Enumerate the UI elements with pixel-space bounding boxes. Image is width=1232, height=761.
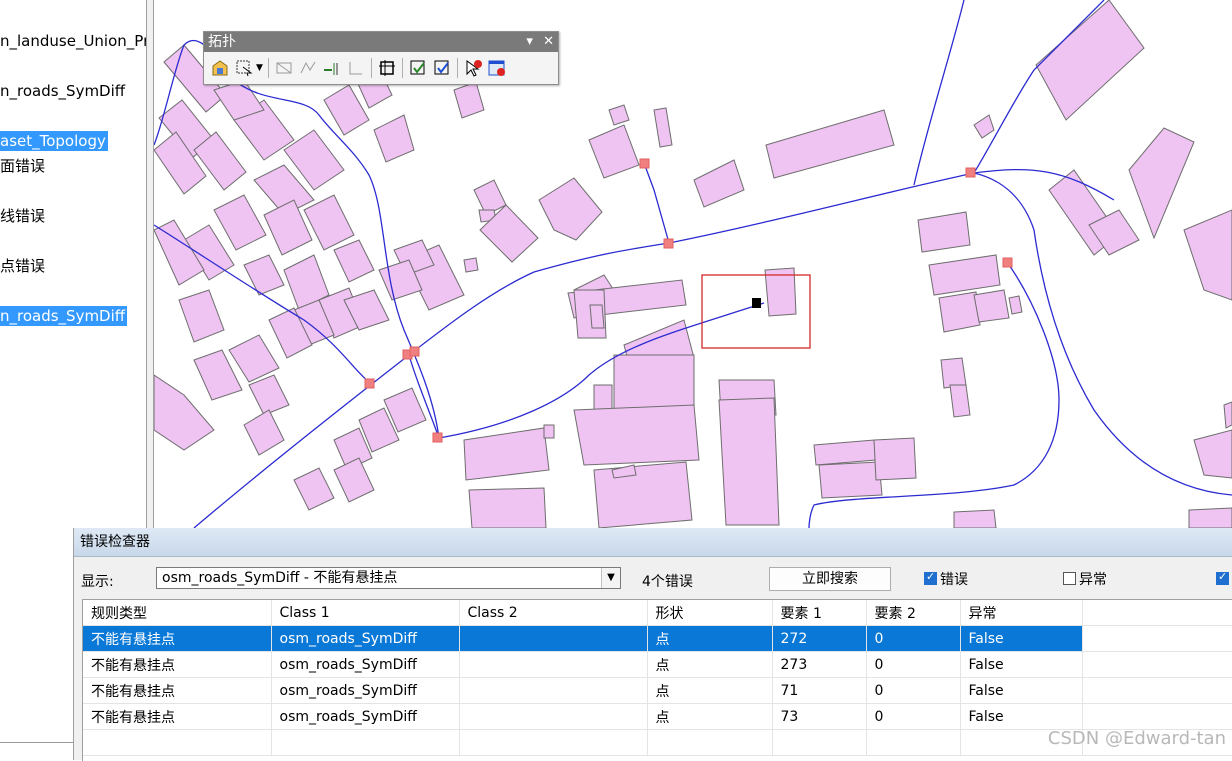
cell-shape: 点: [647, 703, 773, 730]
toolbar-separator: [401, 58, 403, 78]
col-header-class1[interactable]: Class 1: [271, 600, 460, 626]
cell-feature1: 272: [772, 625, 867, 652]
topology-toolbar: 拓扑 ▾ ✕ ▼: [203, 31, 559, 85]
table-header-row: 规则类型 Class 1 Class 2 形状 要素 1 要素 2 异常: [83, 600, 1232, 626]
cell-feature2: 0: [866, 677, 961, 704]
table-row[interactable]: 不能有悬挂点 osm_roads_SymDiff 点 71 0 False: [83, 677, 1232, 704]
toolbar-separator: [370, 58, 372, 78]
toolbar-titlebar[interactable]: 拓扑 ▾ ✕: [204, 32, 558, 52]
topology-edit-tool-icon[interactable]: [234, 58, 254, 78]
toc-layer-roads-selected[interactable]: n_roads_SymDiff: [0, 306, 128, 326]
cell-rule: 不能有悬挂点: [83, 651, 272, 678]
cell-class2: [459, 625, 648, 652]
cell-class2: [459, 677, 648, 704]
toc-layer-topology[interactable]: aset_Topology: [0, 131, 108, 151]
build-topology-icon[interactable]: [377, 58, 397, 78]
errors-checkbox-label: 错误: [940, 572, 968, 588]
align-edge-icon[interactable]: [322, 58, 342, 78]
generalize-edge-icon[interactable]: [346, 58, 366, 78]
search-now-button[interactable]: 立即搜索: [769, 567, 891, 591]
cell-feature2: 0: [866, 625, 961, 652]
table-row[interactable]: 不能有悬挂点 osm_roads_SymDiff 点 273 0 False: [83, 651, 1232, 678]
col-header-feature2[interactable]: 要素 2: [866, 600, 961, 626]
col-header-exception[interactable]: 异常: [960, 600, 1083, 626]
col-header-rule-type[interactable]: 规则类型: [83, 600, 272, 626]
cell-filler: [1082, 625, 1232, 652]
cell-feature1: 71: [772, 677, 867, 704]
toolbar-row: ▼: [204, 52, 558, 84]
cell-exception: False: [960, 625, 1083, 652]
cell-filler: [1082, 651, 1232, 678]
cell-shape: 点: [647, 677, 773, 704]
toc-sublayer-point-errors[interactable]: 点错误: [0, 256, 47, 276]
toolbar-separator: [456, 58, 458, 78]
show-label: 显示:: [81, 574, 114, 590]
cell-class1: osm_roads_SymDiff: [271, 703, 460, 730]
cell-exception: False: [960, 677, 1083, 704]
cell-feature1: 73: [772, 703, 867, 730]
col-header-shape[interactable]: 形状: [647, 600, 773, 626]
validate-topology-icon[interactable]: [432, 58, 452, 78]
error-count: 4个错误: [642, 574, 693, 590]
cell-rule: 不能有悬挂点: [83, 625, 272, 652]
table-row[interactable]: 不能有悬挂点 osm_roads_SymDiff 点 272 0 False: [83, 625, 1232, 652]
cell-feature2: 0: [866, 651, 961, 678]
watermark: CSDN @Edward-tan: [1047, 728, 1226, 749]
toc-sublayer-line-errors[interactable]: 线错误: [0, 206, 47, 226]
toc-sublayer-polygon-errors[interactable]: 面错误: [0, 156, 47, 176]
cell-exception: False: [960, 651, 1083, 678]
toc-layer-roads[interactable]: n_roads_SymDiff: [0, 81, 127, 101]
cell-class1: osm_roads_SymDiff: [271, 625, 460, 652]
toolbar-menu-icon[interactable]: ▾: [526, 34, 533, 49]
cell-rule: 不能有悬挂点: [83, 703, 272, 730]
cell-feature1: 273: [772, 651, 867, 678]
cell-class1: osm_roads_SymDiff: [271, 651, 460, 678]
errors-checkbox[interactable]: [924, 570, 937, 585]
reshape-edge-icon[interactable]: [298, 58, 318, 78]
cell-exception: False: [960, 703, 1083, 730]
visible-extent-checkbox[interactable]: [1216, 570, 1229, 585]
cell-filler: [1082, 677, 1232, 704]
cell-shape: 点: [647, 625, 773, 652]
cell-filler: [1082, 703, 1232, 730]
toolbar-close-icon[interactable]: ✕: [543, 34, 554, 49]
show-rule-dropdown[interactable]: osm_roads_SymDiff - 不能有悬挂点 ▼: [156, 567, 621, 589]
show-rule-value: osm_roads_SymDiff - 不能有悬挂点: [162, 570, 398, 586]
topology-database-icon[interactable]: [210, 58, 230, 78]
error-inspector-icon[interactable]: [487, 58, 507, 78]
selected-error-point: [752, 298, 761, 308]
toc-layer-landuse[interactable]: n_landuse_Union_Pro: [0, 31, 146, 51]
cell-rule: 不能有悬挂点: [83, 677, 272, 704]
cell-class1: osm_roads_SymDiff: [271, 677, 460, 704]
exceptions-checkbox-label: 异常: [1079, 572, 1107, 588]
col-header-filler: [1082, 600, 1232, 626]
toolbar-separator: [267, 58, 269, 78]
toolbar-title: 拓扑: [208, 34, 236, 50]
exceptions-checkbox[interactable]: [1063, 572, 1076, 585]
fix-topology-error-icon[interactable]: [463, 58, 483, 78]
error-inspector-panel: 错误检查器 显示: osm_roads_SymDiff - 不能有悬挂点 ▼ 4…: [73, 528, 1232, 761]
dropdown-arrow-icon[interactable]: ▼: [256, 63, 263, 73]
col-header-feature1[interactable]: 要素 1: [772, 600, 867, 626]
cell-shape: 点: [647, 651, 773, 678]
cell-class2: [459, 703, 648, 730]
validate-extent-icon[interactable]: [408, 58, 428, 78]
inspector-title: 错误检查器: [74, 528, 1232, 557]
table-row[interactable]: 不能有悬挂点 osm_roads_SymDiff 点 73 0 False: [83, 703, 1232, 730]
col-header-class2[interactable]: Class 2: [459, 600, 648, 626]
chevron-down-icon[interactable]: ▼: [601, 568, 620, 588]
show-shared-features-icon[interactable]: [274, 58, 294, 78]
cell-feature2: 0: [866, 703, 961, 730]
cell-class2: [459, 651, 648, 678]
